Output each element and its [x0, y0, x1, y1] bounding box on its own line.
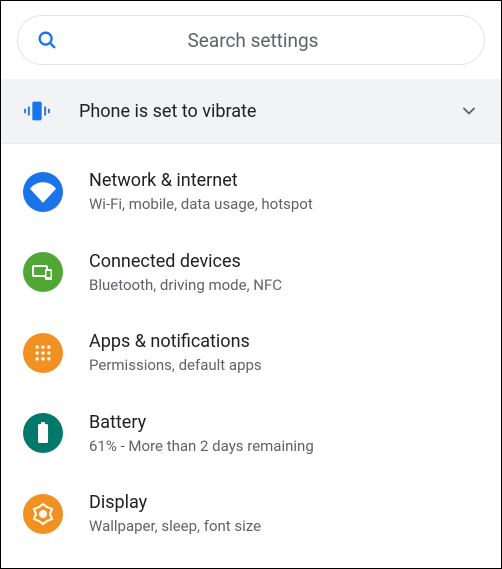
item-text: Connected devices Bluetooth, driving mod… — [89, 250, 282, 296]
item-title: Display — [89, 491, 261, 515]
item-subtitle: 61% - More than 2 days remaining — [89, 436, 314, 456]
item-subtitle: Bluetooth, driving mode, NFC — [89, 275, 282, 295]
search-container: Search settings — [1, 1, 501, 79]
item-display[interactable]: Display Wallpaper, sleep, font size — [1, 474, 501, 555]
item-subtitle: Permissions, default apps — [89, 355, 262, 375]
item-text: Network & internet Wi-Fi, mobile, data u… — [89, 169, 313, 215]
item-battery[interactable]: Battery 61% - More than 2 days remaining — [1, 394, 501, 475]
settings-list: Network & internet Wi-Fi, mobile, data u… — [1, 144, 501, 555]
wifi-icon — [23, 172, 63, 212]
search-bar[interactable]: Search settings — [17, 15, 485, 65]
apps-icon — [23, 333, 63, 373]
battery-icon — [23, 413, 63, 453]
item-apps-notifications[interactable]: Apps & notifications Permissions, defaul… — [1, 313, 501, 394]
item-title: Apps & notifications — [89, 330, 262, 354]
item-subtitle: Wi-Fi, mobile, data usage, hotspot — [89, 194, 313, 214]
vibrate-icon — [23, 97, 51, 125]
item-network-internet[interactable]: Network & internet Wi-Fi, mobile, data u… — [1, 152, 501, 233]
devices-icon — [23, 252, 63, 292]
search-placeholder: Search settings — [40, 29, 466, 52]
vibrate-banner-text: Phone is set to vibrate — [79, 101, 459, 122]
item-text: Display Wallpaper, sleep, font size — [89, 491, 261, 537]
chevron-down-icon — [459, 101, 479, 121]
item-text: Apps & notifications Permissions, defaul… — [89, 330, 262, 376]
brightness-icon — [23, 494, 63, 534]
item-connected-devices[interactable]: Connected devices Bluetooth, driving mod… — [1, 233, 501, 314]
item-title: Connected devices — [89, 250, 282, 274]
vibrate-banner[interactable]: Phone is set to vibrate — [1, 79, 501, 144]
item-title: Battery — [89, 411, 314, 435]
item-subtitle: Wallpaper, sleep, font size — [89, 516, 261, 536]
item-text: Battery 61% - More than 2 days remaining — [89, 411, 314, 457]
item-title: Network & internet — [89, 169, 313, 193]
